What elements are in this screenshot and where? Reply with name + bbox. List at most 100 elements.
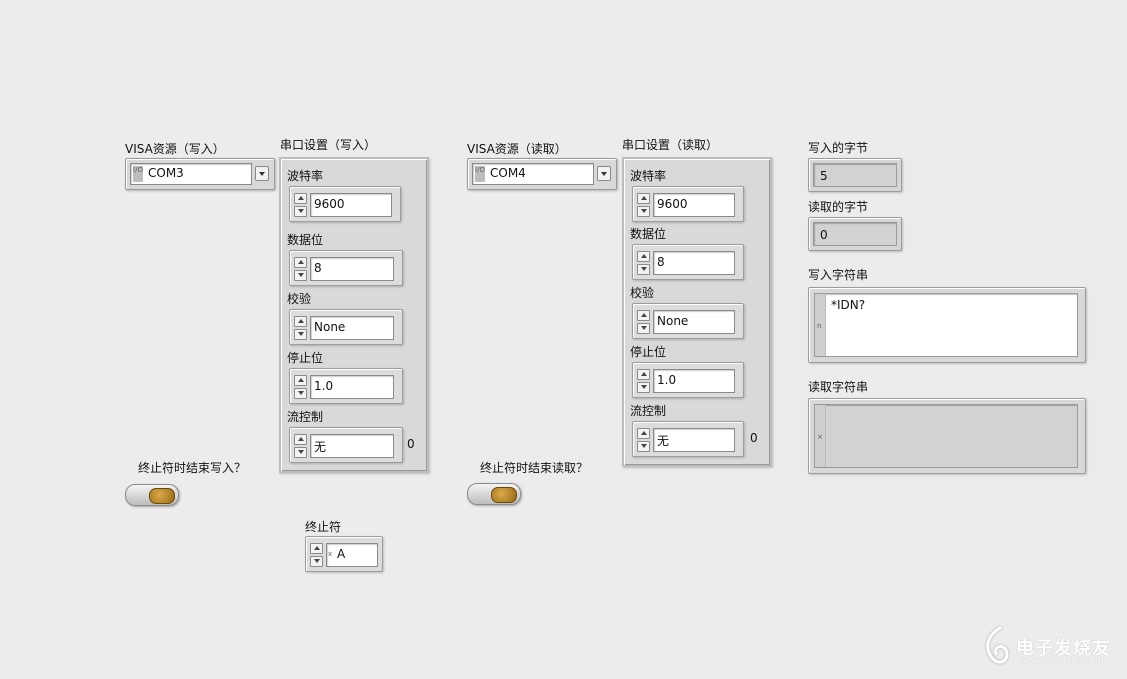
data-bits-label: 数据位 xyxy=(287,233,324,247)
increment-icon[interactable] xyxy=(294,316,307,327)
flow-control[interactable]: 无 xyxy=(632,421,744,457)
term-char-label: 终止符 xyxy=(305,520,342,534)
write-string-label: 写入字符串 xyxy=(808,268,869,282)
spinner[interactable] xyxy=(637,428,650,452)
decrement-icon[interactable] xyxy=(637,264,650,275)
spinner[interactable] xyxy=(294,375,307,399)
write-string-field[interactable]: n *IDN? xyxy=(814,293,1078,357)
visa-read-field[interactable]: I/O COM4 xyxy=(472,163,594,185)
increment-icon[interactable] xyxy=(310,543,323,554)
decrement-icon[interactable] xyxy=(637,382,650,393)
spinner[interactable] xyxy=(294,257,307,281)
display-mode-bar[interactable]: × xyxy=(815,405,826,467)
parity-value: None xyxy=(314,320,346,334)
stop-bits-label: 停止位 xyxy=(287,351,324,365)
baud-label: 波特率 xyxy=(630,169,667,183)
baud-label: 波特率 xyxy=(287,169,324,183)
increment-icon[interactable] xyxy=(637,310,650,321)
write-string-control[interactable]: n *IDN? xyxy=(808,287,1086,363)
chevron-down-icon[interactable] xyxy=(597,166,611,181)
data-bits-field[interactable]: 8 xyxy=(310,257,394,281)
decrement-icon[interactable] xyxy=(294,388,307,399)
stop-bits-label: 停止位 xyxy=(630,345,667,359)
parity-control[interactable]: None xyxy=(632,303,744,339)
baud-value: 9600 xyxy=(314,197,345,211)
display-mode-icon: × xyxy=(817,433,823,441)
serial-write-label: 串口设置（写入） xyxy=(280,138,377,152)
serial-write-cluster: 波特率 9600 数据位 8 校验 None 停止位 1.0 流控制 无 0 xyxy=(279,157,429,473)
visa-write-field[interactable]: I/O COM3 xyxy=(130,163,252,185)
spinner[interactable] xyxy=(637,193,650,217)
bytes-read-label: 读取的字节 xyxy=(808,200,869,214)
io-icon: I/O xyxy=(133,166,143,182)
flow-control[interactable]: 无 xyxy=(289,427,403,463)
term-read-toggle[interactable] xyxy=(467,483,521,505)
visa-write-control[interactable]: I/O COM3 xyxy=(125,158,275,190)
parity-control[interactable]: None xyxy=(289,309,403,345)
flow-control-label: 流控制 xyxy=(630,404,667,418)
decrement-icon[interactable] xyxy=(294,329,307,340)
stop-bits-field[interactable]: 1.0 xyxy=(653,369,735,393)
data-bits-control[interactable]: 8 xyxy=(289,250,403,286)
term-read-label: 终止符时结束读取？ xyxy=(480,461,589,475)
stop-bits-field[interactable]: 1.0 xyxy=(310,375,394,399)
hex-radix-icon: x xyxy=(328,550,333,558)
toggle-knob xyxy=(149,488,175,504)
flow-control-label: 流控制 xyxy=(287,410,324,424)
decrement-icon[interactable] xyxy=(310,556,323,567)
increment-icon[interactable] xyxy=(637,193,650,204)
decrement-icon[interactable] xyxy=(637,206,650,217)
decrement-icon[interactable] xyxy=(294,270,307,281)
decrement-icon[interactable] xyxy=(294,447,307,458)
bytes-written-label: 写入的字节 xyxy=(808,141,869,155)
increment-icon[interactable] xyxy=(637,428,650,439)
decrement-icon[interactable] xyxy=(637,441,650,452)
read-string-field: × xyxy=(814,404,1078,468)
term-char-field[interactable]: x A xyxy=(326,543,378,567)
normal-display-icon: n xyxy=(817,322,822,330)
read-string-indicator: × xyxy=(808,398,1086,474)
read-string-label: 读取字符串 xyxy=(808,380,869,394)
baud-field[interactable]: 9600 xyxy=(653,193,735,217)
flow-control-field[interactable]: 无 xyxy=(653,428,735,452)
spinner[interactable] xyxy=(310,543,323,567)
decrement-icon[interactable] xyxy=(294,206,307,217)
term-char-control[interactable]: x A xyxy=(305,536,383,572)
io-icon: I/O xyxy=(475,166,485,182)
spinner[interactable] xyxy=(294,434,307,458)
term-write-label: 终止符时结束写入？ xyxy=(138,461,247,475)
chevron-down-icon[interactable] xyxy=(255,166,269,181)
data-bits-label: 数据位 xyxy=(630,227,667,241)
spinner[interactable] xyxy=(637,251,650,275)
write-string-value: *IDN? xyxy=(831,298,866,312)
spinner[interactable] xyxy=(294,193,307,217)
increment-icon[interactable] xyxy=(294,434,307,445)
increment-icon[interactable] xyxy=(637,369,650,380)
decrement-icon[interactable] xyxy=(637,323,650,334)
serial-read-cluster: 波特率 9600 数据位 8 校验 None 停止位 1.0 流控制 无 0 xyxy=(622,157,772,467)
baud-field[interactable]: 9600 xyxy=(310,193,392,217)
increment-icon[interactable] xyxy=(637,251,650,262)
spinner[interactable] xyxy=(637,369,650,393)
increment-icon[interactable] xyxy=(294,375,307,386)
increment-icon[interactable] xyxy=(294,257,307,268)
baud-value: 9600 xyxy=(657,197,688,211)
parity-field[interactable]: None xyxy=(653,310,735,334)
stop-bits-value: 1.0 xyxy=(657,373,677,387)
stop-bits-control[interactable]: 1.0 xyxy=(289,368,403,404)
data-bits-field[interactable]: 8 xyxy=(653,251,735,275)
baud-control[interactable]: 9600 xyxy=(632,186,744,222)
data-bits-value: 8 xyxy=(657,255,665,269)
visa-read-value: COM4 xyxy=(490,166,526,180)
term-write-toggle[interactable] xyxy=(125,484,179,506)
increment-icon[interactable] xyxy=(294,193,307,204)
data-bits-control[interactable]: 8 xyxy=(632,244,744,280)
spinner[interactable] xyxy=(637,310,650,334)
baud-control[interactable]: 9600 xyxy=(289,186,401,222)
flow-control-field[interactable]: 无 xyxy=(310,434,394,458)
display-mode-bar[interactable]: n xyxy=(815,294,826,356)
stop-bits-control[interactable]: 1.0 xyxy=(632,362,744,398)
visa-read-control[interactable]: I/O COM4 xyxy=(467,158,617,190)
spinner[interactable] xyxy=(294,316,307,340)
parity-field[interactable]: None xyxy=(310,316,394,340)
